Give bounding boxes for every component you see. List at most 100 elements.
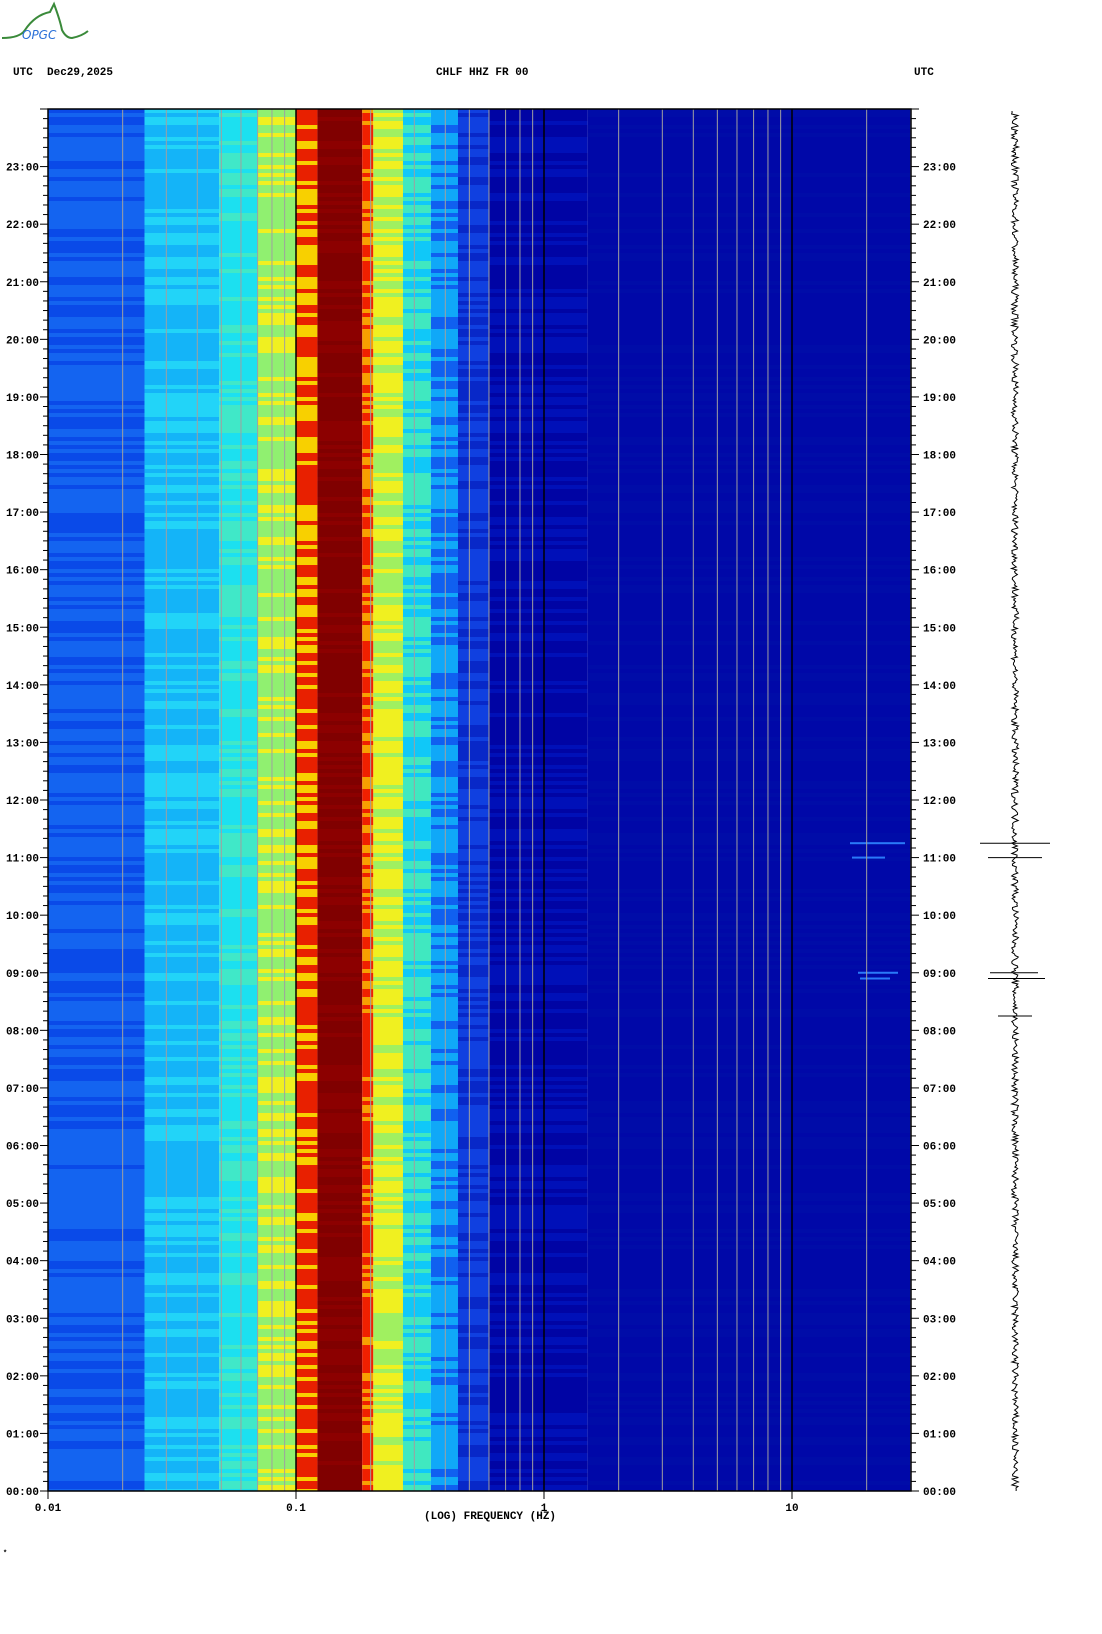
spectrogram-cell (373, 781, 403, 785)
spectrogram-cell (457, 1481, 489, 1485)
spectrogram-cell (362, 365, 374, 369)
spectrogram-cell (430, 837, 458, 841)
y-tick-label-left: 02:00 (6, 1372, 39, 1384)
spectrogram-cell (457, 717, 489, 721)
spectrogram-cell (488, 821, 588, 825)
spectrogram-cell (219, 1057, 258, 1061)
spectrogram-cell (144, 225, 220, 229)
spectrogram-cell (430, 441, 458, 445)
spectrogram-cell (219, 389, 258, 393)
spectrogram-cell (144, 233, 220, 237)
spectrogram-cell (587, 565, 911, 569)
spectrogram-cell (296, 661, 318, 665)
spectrogram-cell (402, 1469, 431, 1473)
spectrogram-cell (457, 797, 489, 801)
spectrogram-cell (373, 317, 403, 321)
spectrogram-cell (488, 1013, 588, 1017)
spectrogram-cell (362, 677, 374, 681)
spectrogram-cell (317, 1105, 363, 1109)
spectrogram-cell (488, 1137, 588, 1141)
spectrogram-cell (362, 445, 374, 449)
spectrogram-cell (362, 1009, 374, 1013)
spectrogram-cell (587, 677, 911, 681)
spectrogram-cell (219, 893, 258, 897)
spectrogram-cell (219, 349, 258, 353)
spectrogram-cell (402, 905, 431, 909)
spectrogram-cell (296, 341, 318, 345)
spectrogram-cell (296, 473, 318, 477)
spectrogram-cell (257, 621, 296, 625)
spectrogram-cell (257, 1441, 296, 1445)
spectrogram-cell (48, 837, 145, 841)
spectrogram-cell (362, 1153, 374, 1157)
spectrogram-cell (373, 537, 403, 541)
spectrogram-cell (257, 937, 296, 941)
spectrogram-cell (296, 689, 318, 693)
spectrogram-cell (257, 1409, 296, 1413)
spectrogram-cell (587, 757, 911, 761)
spectrogram-cell (48, 225, 145, 229)
spectrogram-cell (402, 549, 431, 553)
spectrogram-cell (257, 573, 296, 577)
spectrogram-cell (362, 501, 374, 505)
spectrogram-cell (257, 1117, 296, 1121)
spectrogram-cell (317, 1473, 363, 1477)
spectrogram-cell (219, 1125, 258, 1129)
spectrogram-cell (457, 641, 489, 645)
spectrogram-cell (488, 1205, 588, 1209)
spectrogram-cell (402, 405, 431, 409)
spectrogram-cell (402, 457, 431, 461)
spectrogram-cell (457, 1237, 489, 1241)
spectrogram-cell (457, 953, 489, 957)
spectrogram-cell (373, 861, 403, 865)
spectrogram-cell (144, 1437, 220, 1441)
spectrogram-cell (362, 1181, 374, 1185)
spectrogram-cell (587, 1117, 911, 1121)
spectrogram-cell (457, 853, 489, 857)
spectrogram-cell (488, 1293, 588, 1297)
spectrogram-cell (144, 725, 220, 729)
spectrogram-cell (587, 1421, 911, 1425)
spectrogram-cell (457, 625, 489, 629)
spectrogram-cell (48, 1417, 145, 1421)
y-tick-label-right: 10:00 (923, 911, 956, 923)
spectrogram-cell (587, 637, 911, 641)
spectrogram-cell (362, 341, 374, 345)
spectrogram-cell (402, 605, 431, 609)
spectrogram-cell (457, 149, 489, 153)
spectrogram-cell (219, 1025, 258, 1029)
spectrogram-cell (362, 693, 374, 697)
spectrogram-cell (317, 897, 363, 901)
spectrogram-cell (317, 409, 363, 413)
spectrogram-cell (402, 145, 431, 149)
spectrogram-cell (296, 253, 318, 257)
spectrogram-cell (457, 1093, 489, 1097)
spectrogram-cell (488, 737, 588, 741)
spectrogram-cell (587, 953, 911, 957)
spectrogram-cell (457, 1041, 489, 1045)
spectrogram-cell (430, 1413, 458, 1417)
spectrogram-cell (48, 881, 145, 885)
spectrogram-cell (48, 1317, 145, 1321)
spectrogram-cell (373, 1097, 403, 1101)
spectrogram-cell (219, 129, 258, 133)
spectrogram-cell (317, 121, 363, 125)
spectrogram-cell (296, 245, 318, 249)
spectrogram-cell (296, 1105, 318, 1109)
spectrogram-cell (296, 561, 318, 565)
spectrogram-cell (488, 717, 588, 721)
spectrogram-cell (296, 1437, 318, 1441)
spectrogram-cell (48, 369, 145, 373)
spectrogram-cell (296, 297, 318, 301)
spectrogram-cell (362, 1441, 374, 1445)
spectrogram-cell (296, 725, 318, 729)
spectrogram-cell (362, 421, 374, 425)
spectrogram-cell (48, 809, 145, 813)
spectrogram-cell (362, 197, 374, 201)
spectrogram-cell (488, 1425, 588, 1429)
spectrogram-cell (402, 421, 431, 425)
spectrogram-cell (373, 353, 403, 357)
spectrogram-cell (402, 1181, 431, 1185)
spectrogram-cell (219, 1205, 258, 1209)
spectrogram-cell (457, 1305, 489, 1309)
